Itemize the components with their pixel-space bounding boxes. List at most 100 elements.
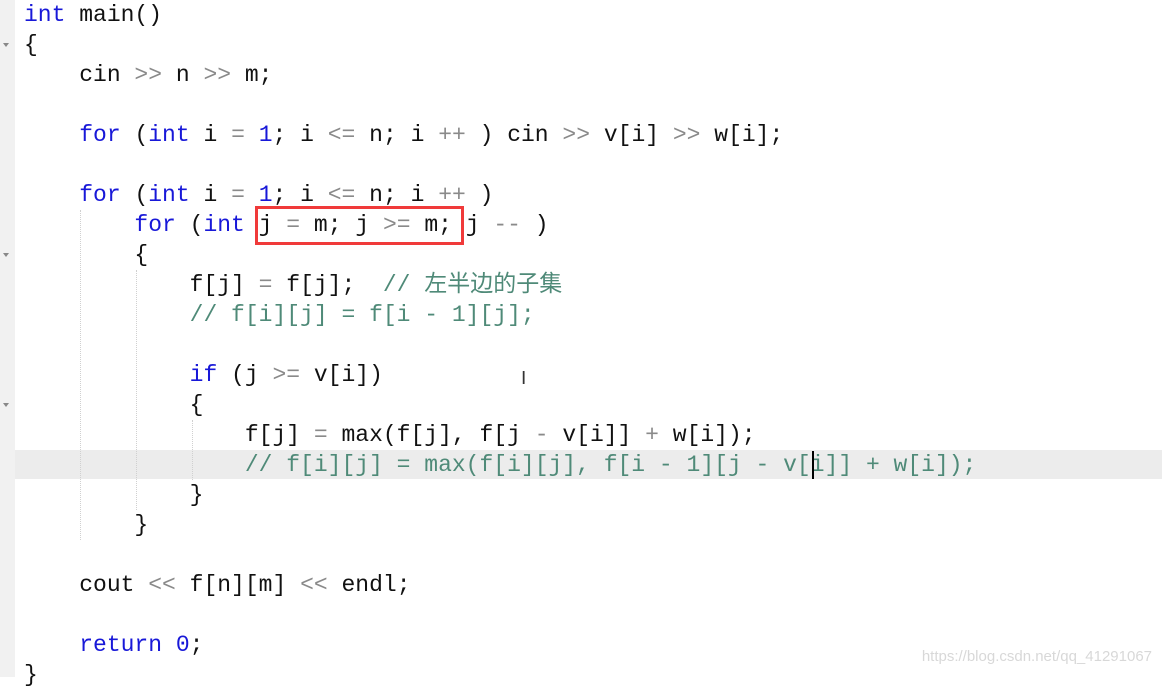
code-token: >> (562, 122, 591, 148)
code-token: >> (203, 62, 232, 88)
code-token: << (300, 572, 328, 598)
code-line[interactable] (24, 90, 976, 120)
code-token: // f[i][j] = max(f[i][j], f[i - 1][j - v… (244, 452, 977, 478)
code-token: >> (672, 122, 701, 148)
code-token: } (24, 482, 204, 508)
code-line[interactable]: } (24, 660, 976, 690)
code-token: = (231, 122, 245, 148)
code-token: ) cin (465, 122, 563, 148)
code-line[interactable]: { (24, 390, 976, 420)
code-token: int (148, 122, 190, 148)
editor-gutter (0, 0, 15, 677)
code-token: w[i]); (658, 422, 756, 448)
code-token: f[j] (24, 422, 314, 448)
code-line[interactable] (24, 540, 976, 570)
code-token: n (162, 62, 204, 88)
code-token: 1 (258, 122, 273, 148)
code-token: ( (175, 212, 204, 238)
code-line[interactable]: for (int j = m; j >= m; j -- ) (24, 210, 976, 240)
code-token: (j (217, 362, 273, 388)
code-token: if (189, 362, 218, 388)
code-line[interactable]: cin >> n >> m; (24, 60, 976, 90)
fold-toggle-icon[interactable] (3, 43, 9, 47)
code-line[interactable]: } (24, 480, 976, 510)
code-line[interactable]: int main() (24, 0, 976, 30)
code-token: v[i]) (300, 362, 383, 388)
code-line[interactable]: for (int i = 1; i <= n; i ++ ) (24, 180, 976, 210)
fold-toggle-icon[interactable] (3, 253, 9, 257)
code-token: << (148, 572, 176, 598)
code-token: for (79, 182, 121, 208)
code-token: { (24, 392, 204, 418)
code-token: int (203, 212, 245, 238)
code-token: >= (272, 362, 301, 388)
red-annotation-box (255, 206, 464, 245)
code-line[interactable]: if (j >= v[i]) (24, 360, 976, 390)
code-token: ; i (272, 182, 328, 208)
code-line[interactable]: return 0; (24, 630, 976, 660)
code-token: 1 (258, 182, 273, 208)
code-line[interactable]: for (int i = 1; i <= n; i ++ ) cin >> v[… (24, 120, 976, 150)
code-token: i (189, 122, 232, 148)
code-token: main() (65, 2, 163, 28)
code-token: int (24, 2, 66, 28)
code-token: for (79, 122, 121, 148)
fold-toggle-icon[interactable] (3, 403, 9, 407)
code-line[interactable]: f[j] = f[j]; // 左半边的子集 (24, 270, 976, 300)
code-token: ; i (272, 122, 328, 148)
code-token: = (258, 272, 273, 298)
code-line[interactable]: { (24, 30, 976, 60)
code-line[interactable]: // f[i][j] = f[i - 1][j]; (24, 300, 976, 330)
code-token: ; (189, 632, 204, 658)
code-token: return (79, 632, 163, 658)
code-line[interactable] (24, 600, 976, 630)
code-line[interactable]: } (24, 510, 976, 540)
watermark: https://blog.csdn.net/qq_41291067 (921, 648, 1152, 665)
code-token: for (134, 212, 176, 238)
code-token: v[i]] (548, 422, 646, 448)
code-token: v[i] (590, 122, 673, 148)
ibeam-cursor-icon: I (521, 368, 527, 389)
code-token: -- (493, 212, 521, 238)
code-token: m; (231, 62, 273, 88)
code-token: <= (327, 182, 356, 208)
code-token: cout (24, 572, 149, 598)
code-line[interactable]: f[j] = max(f[j], f[j - v[i]] + w[i]); (24, 420, 976, 450)
code-token: = (231, 182, 245, 208)
code-token: ++ (438, 182, 466, 208)
code-token: cin (24, 62, 135, 88)
code-token: ( (120, 182, 149, 208)
code-token: ) (465, 182, 494, 208)
code-token: i (189, 182, 232, 208)
code-token: max(f[j], f[j (327, 422, 535, 448)
code-token: w[i]; (700, 122, 784, 148)
code-token: ( (120, 122, 149, 148)
code-line[interactable]: // f[i][j] = max(f[i][j], f[i - 1][j - v… (24, 450, 977, 480)
code-token: >> (134, 62, 163, 88)
code-editor[interactable]: int main(){ cin >> n >> m; for (int i = … (24, 0, 976, 690)
code-line[interactable]: { (24, 240, 976, 270)
code-token: - (534, 422, 549, 448)
code-token: f[j]; (272, 272, 383, 298)
code-token: n; i (355, 122, 439, 148)
code-token: } (24, 662, 38, 688)
code-token: + (645, 422, 659, 448)
code-token: { (24, 242, 149, 268)
code-token: { (24, 32, 38, 58)
code-token: = (313, 422, 328, 448)
code-token: f[n][m] (175, 572, 301, 598)
code-token: 0 (175, 632, 190, 658)
code-line[interactable] (24, 330, 976, 360)
code-token: ) (520, 212, 549, 238)
code-line[interactable] (24, 150, 976, 180)
code-line[interactable]: cout << f[n][m] << endl; (24, 570, 976, 600)
